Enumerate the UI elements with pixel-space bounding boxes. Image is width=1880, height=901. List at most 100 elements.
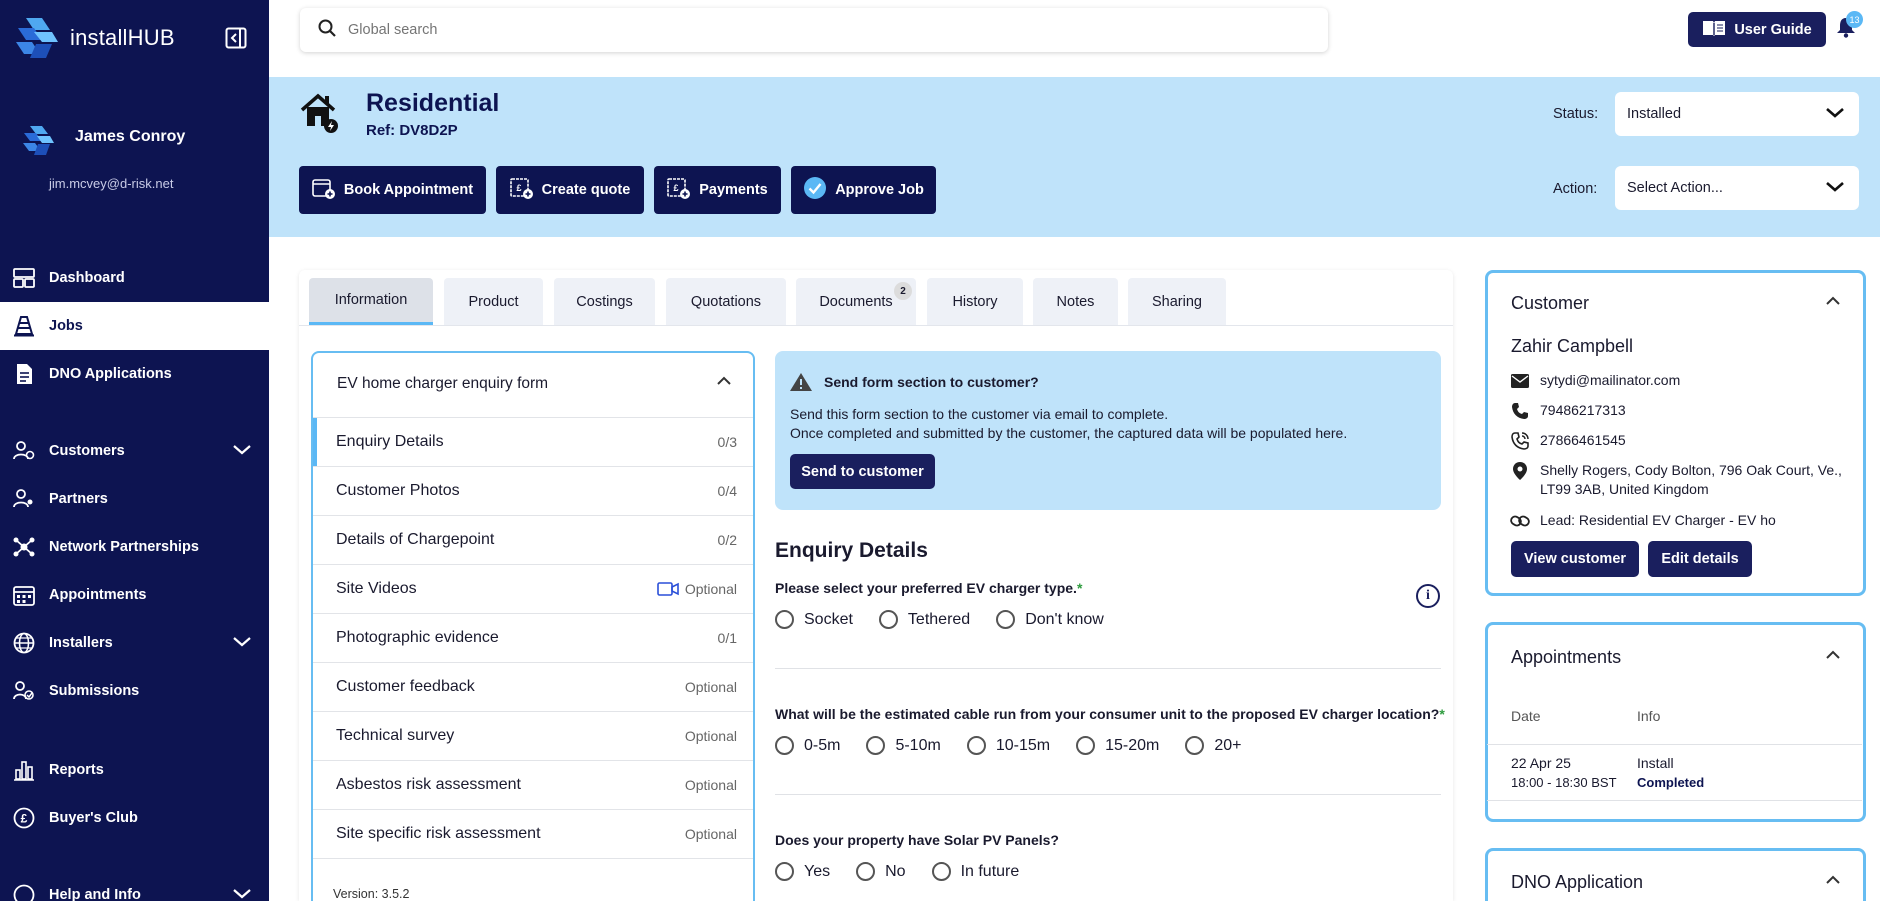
- radio-option[interactable]: Socket: [775, 610, 853, 629]
- book-appointment-button[interactable]: Book Appointment: [299, 166, 486, 214]
- tab-quotations[interactable]: Quotations: [666, 278, 786, 325]
- status-select[interactable]: Installed: [1615, 92, 1859, 136]
- global-search[interactable]: [300, 8, 1328, 52]
- chevron-up-icon[interactable]: [717, 373, 731, 391]
- dno-panel-title: DNO Application: [1511, 872, 1644, 892]
- chevron-up-icon[interactable]: [1826, 872, 1840, 890]
- form-section-enquiry-details[interactable]: Enquiry Details 0/3: [313, 417, 753, 466]
- tab-sharing[interactable]: Sharing: [1128, 278, 1226, 325]
- radio-option[interactable]: No: [856, 862, 906, 881]
- sidebar-item-dashboard[interactable]: Dashboard: [0, 254, 269, 302]
- tab-documents[interactable]: Documents 2: [796, 278, 916, 325]
- form-section-details-of-chargepoint[interactable]: Details of Chargepoint 0/2: [313, 515, 753, 564]
- appointments-col-date: Date: [1511, 708, 1541, 724]
- job-ref: Ref: DV8D2P: [366, 122, 458, 139]
- sidebar-item-reports[interactable]: Reports: [0, 746, 269, 794]
- sidebar-item-network-partnerships[interactable]: Network Partnerships: [0, 523, 269, 571]
- radio-option[interactable]: 10-15m: [966, 736, 1050, 755]
- sidebar-item-dno-applications[interactable]: DNO Applications: [0, 350, 269, 398]
- form-section-customer-photos[interactable]: Customer Photos 0/4: [313, 466, 753, 515]
- tab-notes[interactable]: Notes: [1033, 278, 1118, 325]
- approve-job-button[interactable]: Approve Job: [791, 166, 936, 214]
- tab-costings[interactable]: Costings: [554, 278, 655, 325]
- form-section-site-videos[interactable]: Site Videos Optional: [313, 564, 753, 613]
- radio-button[interactable]: [878, 610, 898, 629]
- radio-option[interactable]: In future: [931, 862, 1019, 881]
- sidebar: installHUB James Conroy jim.mcvey@d-risk…: [0, 0, 269, 901]
- appointment-time: 18:00 - 18:30 BST: [1511, 775, 1617, 790]
- radio-button[interactable]: [775, 610, 794, 629]
- radio-button[interactable]: [1185, 736, 1205, 755]
- tab-history[interactable]: History: [927, 278, 1023, 325]
- form-version: Version: 3.5.2: [333, 887, 410, 901]
- form-section-site-specific-risk-assessment[interactable]: Site specific risk assessment Optional: [313, 809, 753, 858]
- customer-phone-2[interactable]: 27866461545: [1540, 431, 1626, 451]
- radio-button[interactable]: [1076, 736, 1096, 755]
- sidebar-item-buyers-club[interactable]: £ Buyer's Club: [0, 794, 269, 842]
- sidebar-item-label: Customers: [49, 443, 125, 459]
- section-progress: 0/4: [717, 483, 737, 499]
- customer-email[interactable]: sytydi@mailinator.com: [1540, 371, 1680, 391]
- create-quote-button[interactable]: £ Create quote: [496, 166, 644, 214]
- sidebar-item-appointments[interactable]: Appointments: [0, 571, 269, 619]
- radio-button[interactable]: [775, 862, 794, 881]
- radio-option[interactable]: 0-5m: [775, 736, 840, 755]
- app-logo[interactable]: installHUB: [12, 14, 175, 62]
- payments-button[interactable]: £ Payments: [654, 166, 781, 214]
- radio-button[interactable]: [996, 610, 1016, 629]
- customer-phone[interactable]: 79486217313: [1540, 401, 1626, 421]
- info-icon[interactable]: i: [1416, 584, 1440, 608]
- create-quote-label: Create quote: [541, 182, 631, 198]
- send-to-customer-button[interactable]: Send to customer: [790, 454, 935, 489]
- email-icon: [1510, 371, 1530, 391]
- search-input[interactable]: [348, 22, 1248, 38]
- sidebar-item-customers[interactable]: Customers: [0, 427, 269, 475]
- chevron-up-icon[interactable]: [1826, 293, 1840, 311]
- chevron-down-icon[interactable]: [233, 443, 251, 461]
- chevron-down-icon[interactable]: [233, 635, 251, 653]
- radio-button[interactable]: [856, 862, 876, 881]
- svg-text:£: £: [516, 183, 521, 193]
- divider: [775, 668, 1441, 669]
- sidebar-item-help-and-info[interactable]: Help and Info: [0, 871, 269, 901]
- radio-option[interactable]: 5-10m: [866, 736, 941, 755]
- sidebar-item-label: Partners: [49, 491, 108, 507]
- form-section-photographic-evidence[interactable]: Photographic evidence 0/1: [313, 613, 753, 662]
- view-customer-button[interactable]: View customer: [1511, 541, 1639, 577]
- question-text: Please select your preferred EV charger …: [775, 580, 1077, 596]
- radio-option[interactable]: 15-20m: [1076, 736, 1159, 755]
- avatar[interactable]: [20, 122, 56, 163]
- sidebar-item-partners[interactable]: Partners: [0, 475, 269, 523]
- appointment-info[interactable]: Install Completed: [1637, 753, 1704, 793]
- radio-option[interactable]: Yes: [775, 862, 830, 881]
- collapse-sidebar-icon[interactable]: [225, 27, 247, 49]
- appointment-date[interactable]: 22 Apr 25 18:00 - 18:30 BST: [1511, 753, 1617, 793]
- sidebar-item-installers[interactable]: Installers: [0, 619, 269, 667]
- profile-email: jim.mcvey@d-risk.net: [49, 176, 174, 191]
- radio-button[interactable]: [866, 736, 886, 755]
- tab-product[interactable]: Product: [444, 278, 543, 325]
- action-select[interactable]: Select Action...: [1615, 166, 1859, 210]
- radio-button[interactable]: [966, 736, 986, 755]
- customer-lead[interactable]: Lead: Residential EV Charger - EV ho: [1540, 511, 1776, 531]
- sidebar-item-jobs[interactable]: Jobs: [0, 302, 269, 350]
- sidebar-item-submissions[interactable]: Submissions: [0, 667, 269, 715]
- radio-button[interactable]: [775, 736, 794, 755]
- form-title[interactable]: EV home charger enquiry form: [337, 375, 548, 393]
- radio-button[interactable]: [931, 862, 951, 881]
- radio-option[interactable]: Don't know: [996, 610, 1104, 629]
- tab-information[interactable]: Information: [309, 278, 433, 325]
- form-section-technical-survey[interactable]: Technical survey Optional: [313, 711, 753, 760]
- edit-details-button[interactable]: Edit details: [1648, 541, 1752, 577]
- sidebar-item-label: Jobs: [49, 318, 83, 334]
- action-value: Select Action...: [1627, 180, 1723, 196]
- radio-option[interactable]: 20+: [1185, 736, 1241, 755]
- section-label: Site specific risk assessment: [336, 825, 541, 842]
- chevron-down-icon[interactable]: [233, 887, 251, 901]
- chevron-up-icon[interactable]: [1826, 647, 1840, 665]
- status-value: Installed: [1627, 106, 1682, 122]
- radio-option[interactable]: Tethered: [878, 610, 970, 629]
- form-section-customer-feedback[interactable]: Customer feedback Optional: [313, 662, 753, 711]
- user-guide-button[interactable]: User Guide: [1688, 12, 1826, 47]
- form-section-asbestos-risk-assessment[interactable]: Asbestos risk assessment Optional: [313, 760, 753, 809]
